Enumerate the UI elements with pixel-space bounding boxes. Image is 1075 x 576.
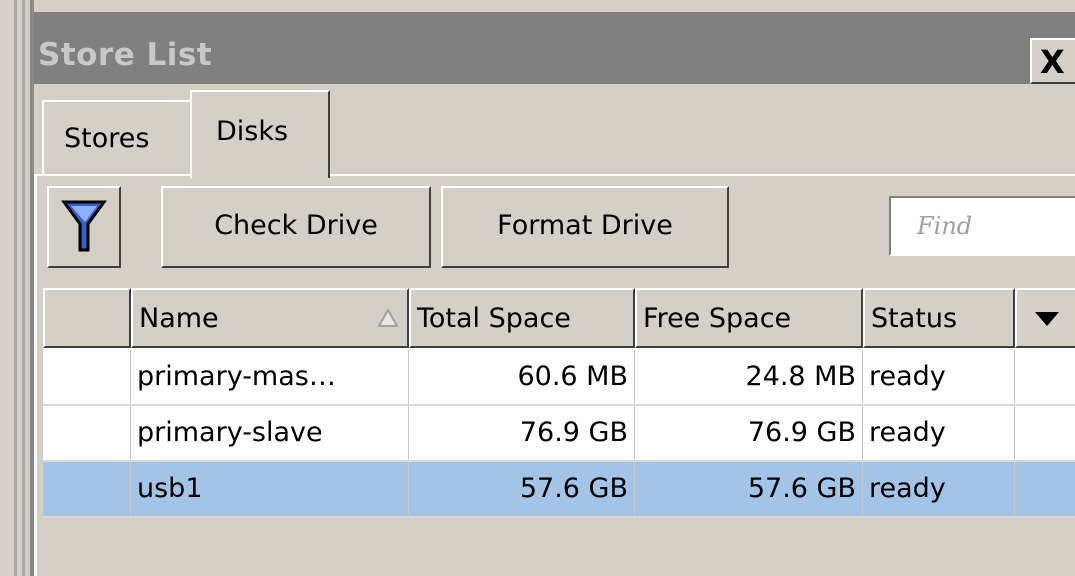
- chevron-down-icon: [1035, 312, 1059, 326]
- title-bar[interactable]: Store List X: [34, 12, 1075, 84]
- close-button[interactable]: X: [1030, 38, 1075, 84]
- table-row[interactable]: primary-mas… 60.6 MB 24.8 MB ready: [43, 350, 1075, 406]
- window-top-strip: [34, 0, 1075, 12]
- row-select-cell[interactable]: [43, 406, 131, 462]
- window-frame-left: [0, 0, 34, 576]
- table-row-selected[interactable]: usb1 57.6 GB 57.6 GB ready: [43, 462, 1075, 518]
- column-header-status[interactable]: Status: [863, 288, 1015, 348]
- filter-button[interactable]: [47, 186, 121, 268]
- find-input[interactable]: Find: [889, 196, 1075, 256]
- cell-free-space: 57.6 GB: [635, 462, 863, 518]
- cell-total-space: 76.9 GB: [409, 406, 635, 462]
- row-select-cell[interactable]: [43, 350, 131, 406]
- cell-status: ready: [863, 462, 1015, 518]
- row-divider: [43, 516, 1075, 518]
- row-select-cell[interactable]: [43, 462, 131, 518]
- cell-total-space: 60.6 MB: [409, 350, 635, 406]
- store-list-window: Store List X Stores Disks Check Drive Fo…: [34, 0, 1075, 576]
- cell-free-space: 24.8 MB: [635, 350, 863, 406]
- cell-name: primary-mas…: [131, 350, 409, 406]
- disks-table: Name Total Space Free Space Status prima…: [43, 288, 1075, 518]
- frame-line: [22, 0, 25, 576]
- cell-total-space: 57.6 GB: [409, 462, 635, 518]
- column-header-select[interactable]: [43, 288, 131, 348]
- tab-disks[interactable]: Disks: [190, 90, 330, 178]
- column-header-label: Name: [139, 303, 219, 334]
- cell-free-space: 76.9 GB: [635, 406, 863, 462]
- column-header-label: Status: [871, 303, 958, 334]
- frame-line: [14, 0, 17, 576]
- column-chooser-button[interactable]: [1015, 288, 1075, 348]
- window-title: Store List: [38, 37, 213, 73]
- column-header-free-space[interactable]: Free Space: [635, 288, 863, 348]
- column-header-total-space[interactable]: Total Space: [409, 288, 635, 348]
- cell-status: ready: [863, 350, 1015, 406]
- column-header-label: Total Space: [417, 303, 571, 334]
- filter-icon: [61, 200, 107, 252]
- format-drive-button[interactable]: Format Drive: [441, 186, 729, 268]
- check-drive-button[interactable]: Check Drive: [161, 186, 431, 268]
- table-row[interactable]: primary-slave 76.9 GB 76.9 GB ready: [43, 406, 1075, 462]
- cell-status: ready: [863, 406, 1015, 462]
- disks-panel: Check Drive Format Drive Find Name Total…: [34, 176, 1075, 576]
- close-icon: X: [1040, 43, 1065, 81]
- cell-name: usb1: [131, 462, 409, 518]
- column-header-name[interactable]: Name: [131, 288, 409, 348]
- sort-ascending-icon: [377, 308, 399, 327]
- tab-bar: Stores Disks: [34, 84, 1075, 178]
- tab-stores[interactable]: Stores: [42, 100, 192, 174]
- column-header-label: Free Space: [643, 303, 792, 334]
- cell-name: primary-slave: [131, 406, 409, 462]
